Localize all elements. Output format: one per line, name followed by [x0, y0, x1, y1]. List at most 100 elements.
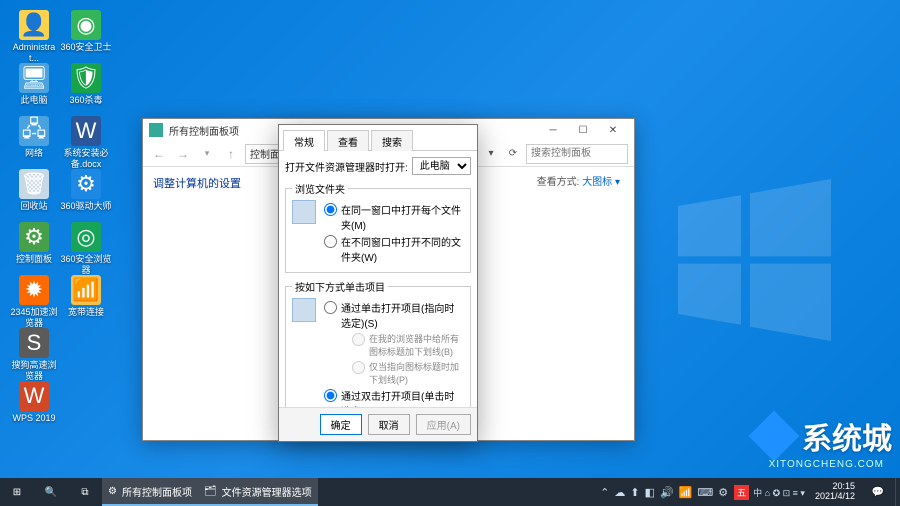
maximize-button[interactable]: ☐: [568, 120, 598, 140]
open-to-label: 打开文件资源管理器时打开:: [285, 159, 408, 174]
desktop-icon-label: 网络: [8, 148, 60, 159]
desktop-icon-label: 回收站: [8, 201, 60, 212]
desktop-icon-glyph: ◎: [71, 222, 101, 252]
desktop-icon[interactable]: ⚙ 控制面板: [8, 222, 60, 265]
desktop-icon-label: 2345加速浏览器: [8, 307, 60, 329]
open-to-select[interactable]: 此电脑: [412, 157, 471, 175]
desktop-icon[interactable]: ◎360安全浏览器: [60, 222, 112, 276]
taskbar-item-controlpanel[interactable]: ⚙ 所有控制面板项: [102, 478, 198, 506]
browse-folders-group: 浏览文件夹 在同一窗口中打开每个文件夹(M) 在不同窗口中打开不同的文件夹(W): [285, 181, 471, 273]
desktop-icon[interactable]: W WPS 2019: [8, 381, 60, 424]
desktop-icon[interactable]: S搜狗高速浏览器: [8, 328, 60, 382]
single-click-option[interactable]: 通过单击打开项目(指向时选定)(S): [324, 300, 464, 330]
tray-icon[interactable]: ⚙: [718, 486, 728, 499]
tray-icon[interactable]: 🔊: [660, 486, 674, 499]
desktop-icon[interactable]: 🛡360杀毒: [60, 63, 112, 106]
desktop-icon-glyph: ✹: [19, 275, 49, 305]
tray-icon[interactable]: ⬆: [630, 486, 639, 499]
task-view-button[interactable]: ⧉: [68, 478, 102, 506]
tray-icon[interactable]: ◧: [645, 486, 655, 499]
desktop-icon[interactable]: W系统安装必备.docx: [60, 116, 112, 170]
browse-folders-icon: [292, 200, 316, 224]
click-items-group: 按如下方式单击项目 通过单击打开项目(指向时选定)(S) 在我的浏览器中给所有图…: [285, 279, 471, 407]
desktop-icon-label: Administrat...: [8, 42, 60, 64]
desktop-icon-glyph: S: [19, 328, 49, 358]
ime-toolbar[interactable]: 中 ⌂ ✪ ⊡ ≡ ▾: [749, 486, 809, 499]
desktop-icon-label: 搜狗高速浏览器: [8, 360, 60, 382]
taskbar-item-explorer-options[interactable]: 🗂 文件资源管理器选项: [198, 478, 318, 506]
desktop-icon[interactable]: 👤Administrat...: [8, 10, 60, 64]
desktop-icon[interactable]: 🖧 网络: [8, 116, 60, 159]
click-items-icon: [292, 298, 316, 322]
desktop-icon-glyph: 🖧: [19, 116, 49, 146]
system-tray: ⌃ ☁ ⬆ ◧ 🔊 📶 ⌨ ⚙: [594, 486, 734, 499]
desktop-icon-glyph: 🖥: [19, 63, 49, 93]
tab-search[interactable]: 搜索: [371, 130, 413, 151]
view-mode-label: 查看方式:: [537, 177, 580, 188]
underline-point-option: 仅当指向图标标题时加下划线(P): [352, 360, 464, 386]
window-icon: [149, 123, 163, 137]
forward-button[interactable]: →: [173, 144, 193, 164]
minimize-button[interactable]: ─: [538, 120, 568, 140]
taskbar-item-icon: ⚙: [108, 486, 117, 497]
action-center-button[interactable]: 💬: [861, 478, 895, 506]
desktop-icon[interactable]: 🖥此电脑: [8, 63, 60, 106]
taskbar-item-label: 所有控制面板项: [122, 484, 192, 499]
history-dropdown[interactable]: ▾: [197, 144, 217, 164]
desktop-icon-glyph: 🛡: [71, 63, 101, 93]
tab-general[interactable]: 常规: [283, 130, 325, 151]
tray-icon[interactable]: ☁: [614, 486, 625, 499]
desktop-icon-glyph: ⚙: [71, 169, 101, 199]
cp-side-panel: 调整计算机的设置: [143, 167, 279, 440]
desktop-icon-glyph: ⚙: [19, 222, 49, 252]
apply-button[interactable]: 应用(A): [416, 414, 471, 435]
show-desktop-button[interactable]: [895, 478, 900, 506]
desktop-icon[interactable]: 🗑 回收站: [8, 169, 60, 212]
taskbar-item-label: 文件资源管理器选项: [222, 484, 312, 499]
clock-date: 2021/4/12: [815, 492, 855, 502]
desktop-icon-label: 360驱动大师: [60, 201, 112, 212]
view-mode-select[interactable]: 大图标 ▾: [582, 177, 620, 188]
refresh-button[interactable]: ⟳: [504, 145, 522, 163]
browse-same-window-option[interactable]: 在同一窗口中打开每个文件夹(M): [324, 202, 464, 232]
desktop-icon[interactable]: 📶宽带连接: [60, 275, 112, 318]
tab-view[interactable]: 查看: [327, 130, 369, 151]
desktop-icon[interactable]: ⚙ 360驱动大师: [60, 169, 112, 212]
watermark-subtext: XITONGCHENG.COM: [769, 459, 884, 470]
desktop-icon[interactable]: ✹2345加速浏览器: [8, 275, 60, 329]
taskbar-item-icon: 🔍: [45, 487, 57, 498]
double-click-option[interactable]: 通过双击打开项目(单击时选定)(D): [324, 388, 464, 407]
desktop-icon-label: 360安全浏览器: [60, 254, 112, 276]
desktop-icon-glyph: 🗑: [19, 169, 49, 199]
underline-all-option: 在我的浏览器中给所有图标标题加下划线(B): [352, 332, 464, 358]
back-button[interactable]: ←: [149, 144, 169, 164]
desktop-icon-glyph: W: [71, 116, 101, 146]
address-dropdown[interactable]: ▾: [482, 145, 500, 163]
cancel-button[interactable]: 取消: [368, 414, 410, 435]
start-button[interactable]: ⊞: [0, 478, 34, 506]
search-button[interactable]: 🔍: [34, 478, 68, 506]
taskbar-item-icon: ⊞: [13, 487, 21, 498]
desktop-icon-label: WPS 2019: [8, 413, 60, 424]
tray-icon[interactable]: ⌨: [697, 486, 713, 499]
ok-button[interactable]: 确定: [320, 414, 362, 435]
search-input[interactable]: [526, 144, 628, 164]
desktop-icon[interactable]: ◉360安全卫士: [60, 10, 112, 53]
browse-new-window-option[interactable]: 在不同窗口中打开不同的文件夹(W): [324, 234, 464, 264]
desktop-icon-glyph: 📶: [71, 275, 101, 305]
click-items-legend: 按如下方式单击项目: [292, 279, 388, 294]
close-button[interactable]: ✕: [598, 120, 628, 140]
taskbar: ⊞ 🔍 ⧉ ⚙ 所有控制面板项 🗂 文件资源管理器选项 ⌃ ☁ ⬆ ◧ 🔊 📶 ⌨ ⚙ 五 中 ⌂ ✪ ⊡…: [0, 478, 900, 506]
taskbar-clock[interactable]: 20:15 2021/4/12: [809, 482, 861, 502]
desktop-icon-glyph: ◉: [71, 10, 101, 40]
ime-indicator[interactable]: 五: [734, 485, 749, 500]
desktop-icon-label: 控制面板: [8, 254, 60, 265]
watermark-text: 系统城: [802, 414, 892, 458]
up-button[interactable]: ↑: [221, 144, 241, 164]
tray-icon[interactable]: ⌃: [600, 486, 609, 499]
desktop-icon-glyph: W: [19, 381, 49, 411]
diamond-icon: [749, 411, 800, 462]
taskbar-item-icon: 🗂: [204, 486, 217, 497]
browse-folders-legend: 浏览文件夹: [292, 181, 348, 196]
tray-icon[interactable]: 📶: [679, 486, 693, 499]
